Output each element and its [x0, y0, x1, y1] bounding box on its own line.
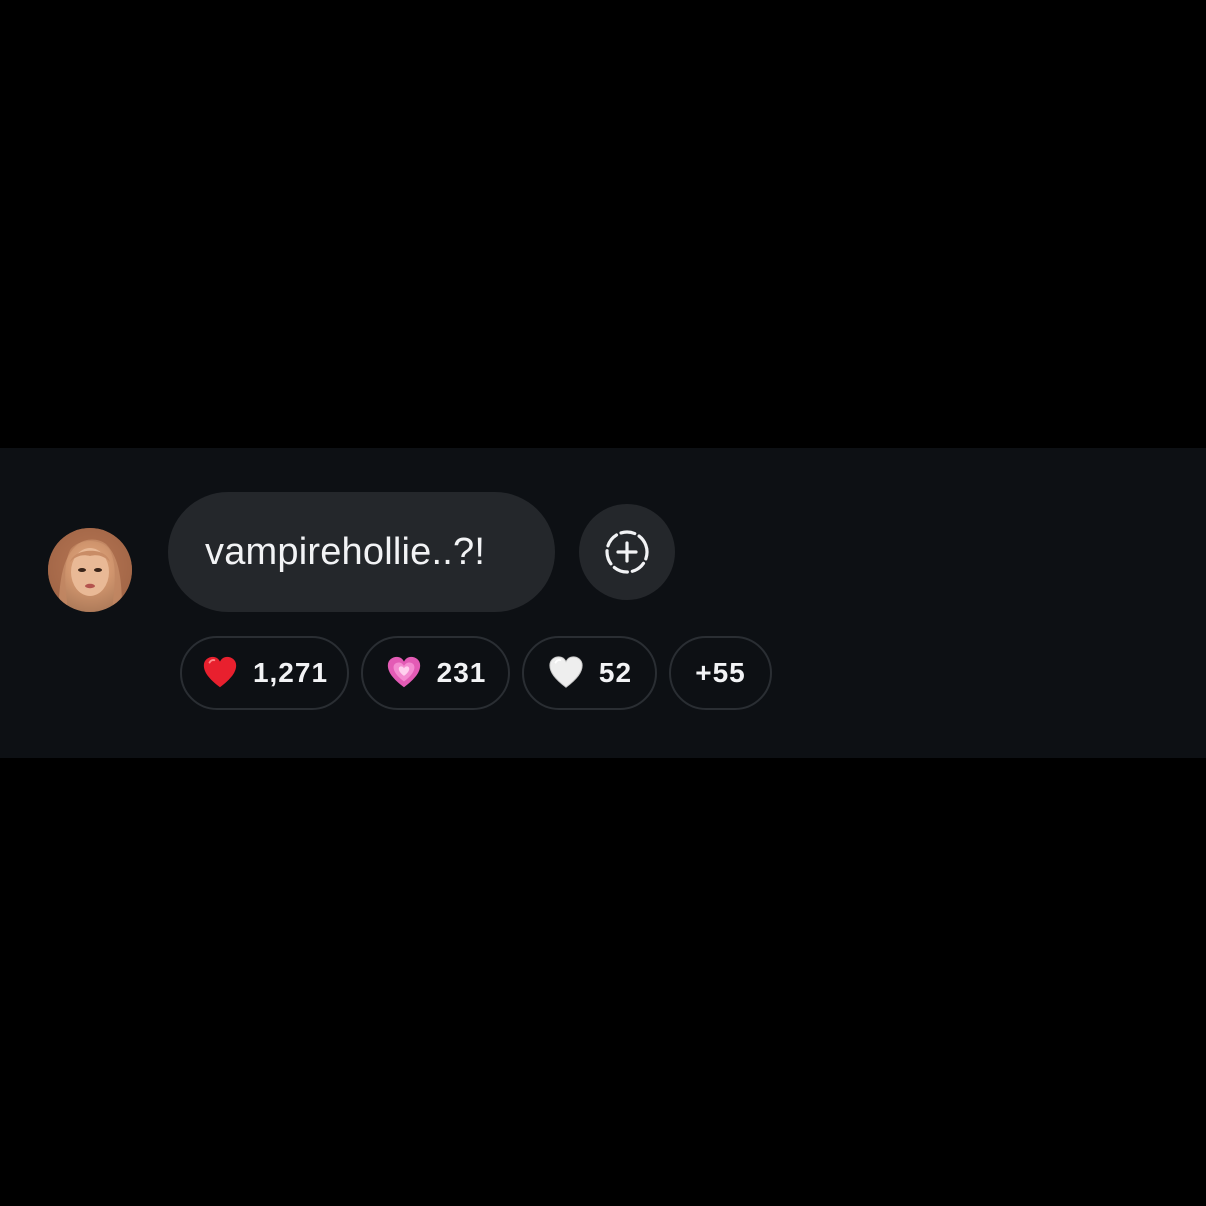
reaction-pill-pink-heart[interactable]: 231 [361, 636, 510, 710]
red-heart-icon [203, 656, 237, 688]
comment-bubble[interactable]: vampirehollie..?! [168, 492, 555, 612]
reaction-pill-red-heart[interactable]: 1,271 [180, 636, 349, 710]
comment-text: vampirehollie..?! [205, 530, 486, 573]
add-reaction-icon [605, 530, 649, 574]
more-reactions-count: +55 [695, 657, 746, 688]
reaction-count: 231 [436, 657, 487, 688]
reaction-count: 1,271 [252, 657, 329, 688]
white-heart-icon [549, 656, 583, 688]
reaction-count: 52 [598, 657, 633, 688]
avatar-image [48, 528, 132, 612]
sparkling-pink-heart-icon [387, 656, 420, 688]
avatar[interactable] [48, 528, 132, 612]
page: vampirehollie..?! 1,271 231 52 +55 [0, 0, 1206, 1206]
more-reactions-pill[interactable]: +55 [669, 636, 772, 710]
reaction-pill-white-heart[interactable]: 52 [522, 636, 657, 710]
add-reaction-button[interactable] [579, 504, 675, 600]
comment-row [0, 448, 1206, 758]
